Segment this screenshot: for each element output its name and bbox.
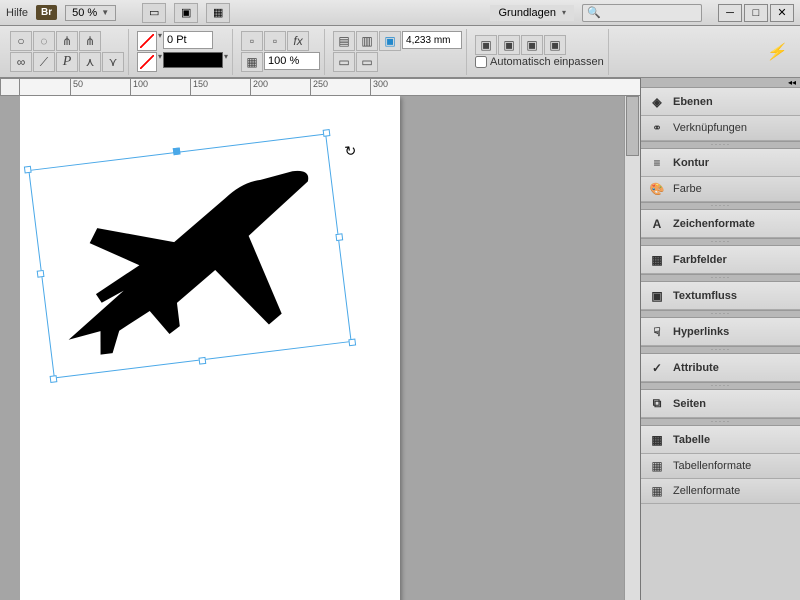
tool-dashed-ellipse[interactable]: ◌ <box>33 31 55 51</box>
chevron-down-icon: ▾ <box>562 8 566 17</box>
pages-icon: ⧉ <box>649 396 665 412</box>
tool-anchor2[interactable]: ⋎ <box>102 52 124 72</box>
panel-farbfelder[interactable]: ▦Farbfelder <box>641 246 800 274</box>
rotate-cursor-icon: ↻ <box>344 142 358 160</box>
vertical-scrollbar[interactable] <box>624 96 640 600</box>
control-toolbar: ○ ◌ ⋔ ⋔ ∞ ⟋ P ⋏ ⋎ ▾0 Pt ▾▾ ▫▫fx ▦100 % ▤… <box>0 26 800 78</box>
airplane-image[interactable] <box>39 145 340 364</box>
fx-button-b[interactable]: ▫ <box>264 31 286 51</box>
tool-node2[interactable]: ⋔ <box>79 31 101 51</box>
ruler-origin[interactable] <box>0 78 20 96</box>
autofit-label: Automatisch einpassen <box>490 56 604 68</box>
maximize-button[interactable]: □ <box>744 4 768 22</box>
search-input[interactable]: 🔍 <box>582 4 702 22</box>
tool-text[interactable]: P <box>56 52 78 72</box>
opacity-icon: ▦ <box>241 52 263 72</box>
frame-d[interactable]: ▣ <box>544 35 566 55</box>
workspace: 50 100 150 200 250 300 ↻ <box>0 78 640 600</box>
fit-a[interactable]: ▭ <box>333 52 355 72</box>
handle-br[interactable] <box>348 338 356 346</box>
measure-input[interactable]: 4,233 mm <box>402 31 462 49</box>
selected-frame[interactable]: ↻ <box>28 134 351 379</box>
autofit-checkbox[interactable] <box>475 56 487 68</box>
handle-tr[interactable] <box>323 129 331 137</box>
align-a[interactable]: ▤ <box>333 31 355 51</box>
tool-link[interactable]: ∞ <box>10 52 32 72</box>
scrollbar-thumb[interactable] <box>626 96 639 156</box>
panel-kontur[interactable]: ≡Kontur <box>641 149 800 177</box>
frame-c[interactable]: ▣ <box>521 35 543 55</box>
panel-collapse-icon[interactable]: ◂◂ <box>641 78 800 88</box>
panel-ebenen[interactable]: ◈Ebenen <box>641 88 800 116</box>
page[interactable]: ↻ <box>20 96 400 600</box>
opacity-input[interactable]: 100 % <box>264 52 320 70</box>
fit-b[interactable]: ▭ <box>356 52 378 72</box>
panel-seiten[interactable]: ⧉Seiten <box>641 390 800 418</box>
handle-ml[interactable] <box>37 270 45 278</box>
hyperlink-icon: ☟ <box>649 324 665 340</box>
fill-none-icon[interactable] <box>137 52 157 72</box>
chevron-down-icon: ▼ <box>101 8 109 17</box>
panel-zellenformate[interactable]: ▦Zellenformate <box>641 479 800 504</box>
handle-mr[interactable] <box>335 233 343 241</box>
color-icon: 🎨 <box>649 181 665 197</box>
minimize-button[interactable]: ─ <box>718 4 742 22</box>
swatches-icon: ▦ <box>649 252 665 268</box>
panel-dock: ◂◂ ◈Ebenen ⚭Verknüpfungen ≡Kontur 🎨Farbe… <box>640 78 800 600</box>
crop-icon[interactable]: ▣ <box>379 31 401 51</box>
panel-farbe[interactable]: 🎨Farbe <box>641 177 800 202</box>
flash-icon[interactable]: ⚡ <box>766 42 794 62</box>
panel-verknupfungen[interactable]: ⚭Verknüpfungen <box>641 116 800 141</box>
cellstyle-icon: ▦ <box>649 483 665 499</box>
panel-hyperlinks[interactable]: ☟Hyperlinks <box>641 318 800 346</box>
align-b[interactable]: ▥ <box>356 31 378 51</box>
horizontal-ruler[interactable]: 50 100 150 200 250 300 <box>20 78 640 96</box>
close-button[interactable]: ✕ <box>770 4 794 22</box>
panel-zeichenformate[interactable]: AZeichenformate <box>641 210 800 238</box>
menu-bar: Hilfe Br 50 %▼ ▭ ▣ ▦ Grundlagen▾ 🔍 ─ □ ✕ <box>0 0 800 26</box>
table-icon: ▦ <box>649 432 665 448</box>
zoom-selector[interactable]: 50 %▼ <box>65 5 116 21</box>
tool-node1[interactable]: ⋔ <box>56 31 78 51</box>
textwrap-icon: ▣ <box>649 288 665 304</box>
workspace-selector[interactable]: Grundlagen▾ <box>490 5 574 21</box>
panel-attribute[interactable]: ✓Attribute <box>641 354 800 382</box>
panel-tabelle[interactable]: ▦Tabelle <box>641 426 800 454</box>
canvas[interactable]: ↻ <box>20 96 640 600</box>
attribute-icon: ✓ <box>649 360 665 376</box>
frame-a[interactable]: ▣ <box>475 35 497 55</box>
frame-b[interactable]: ▣ <box>498 35 520 55</box>
fx-button-fx[interactable]: fx <box>287 31 309 51</box>
bridge-button[interactable]: Br <box>36 5 57 20</box>
layers-icon: ◈ <box>649 94 665 110</box>
stroke-none-icon[interactable] <box>137 31 157 51</box>
charstyle-icon: A <box>649 216 665 232</box>
handle-bl[interactable] <box>50 375 58 383</box>
stroke-weight-input[interactable]: 0 Pt <box>163 31 213 49</box>
search-icon: 🔍 <box>587 6 601 19</box>
fill-swatch[interactable] <box>163 52 223 68</box>
stroke-icon: ≡ <box>649 155 665 171</box>
tool-anchor[interactable]: ⋏ <box>79 52 101 72</box>
handle-tl[interactable] <box>24 166 32 174</box>
help-menu[interactable]: Hilfe <box>6 7 28 19</box>
handle-tm[interactable] <box>173 147 181 155</box>
panel-tabellenformate[interactable]: ▦Tabellenformate <box>641 454 800 479</box>
tablestyle-icon: ▦ <box>649 458 665 474</box>
tool-ellipse[interactable]: ○ <box>10 31 32 51</box>
fx-button-a[interactable]: ▫ <box>241 31 263 51</box>
handle-bm[interactable] <box>198 357 206 365</box>
view-options-button[interactable]: ▭ <box>142 3 166 23</box>
links-icon: ⚭ <box>649 120 665 136</box>
panel-textumfluss[interactable]: ▣Textumfluss <box>641 282 800 310</box>
arrange-button[interactable]: ▦ <box>206 3 230 23</box>
tool-path[interactable]: ⟋ <box>33 52 55 72</box>
screen-mode-button[interactable]: ▣ <box>174 3 198 23</box>
